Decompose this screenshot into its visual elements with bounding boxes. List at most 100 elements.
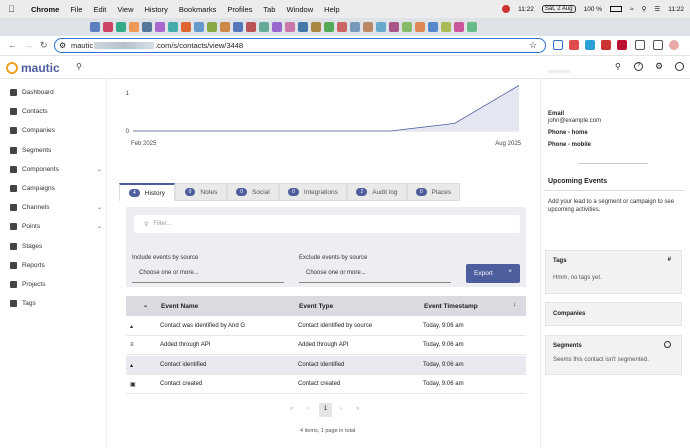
sidebar-item-dashboard[interactable]: Dashboard (10, 89, 102, 96)
mautic-logo[interactable]: mautic (6, 61, 60, 75)
include-select[interactable]: Choose one or more... (139, 270, 199, 276)
tab-places[interactable]: 0 Places (407, 183, 460, 201)
tray-clock[interactable]: 11:22 (668, 6, 684, 13)
address-bar[interactable]: ⚙ mautic .com/s/contacts/view/3448 ☆ (54, 38, 546, 53)
search-icon[interactable]: ⚲ (76, 62, 82, 71)
search-icon[interactable]: ⚲ (642, 5, 647, 13)
menu-tab[interactable]: Tab (263, 5, 275, 14)
browser-tab-favicon[interactable] (246, 22, 256, 32)
tray-app-icon[interactable] (502, 5, 511, 13)
browser-tab-favicon[interactable] (168, 22, 178, 32)
sidebar-item-channels[interactable]: Channels ⌄ (10, 204, 102, 212)
sort-desc-icon[interactable]: ↓ (513, 302, 516, 308)
browser-tab-favicon[interactable] (272, 22, 282, 32)
sidepanel-icon[interactable] (653, 40, 663, 50)
export-button[interactable]: Export × (466, 264, 520, 283)
profile-avatar[interactable] (669, 40, 679, 50)
browser-tab-favicon[interactable] (389, 22, 399, 32)
sidebar-item-tags[interactable]: Tags (10, 300, 102, 308)
tab-social[interactable]: 0 Social (227, 183, 279, 201)
tray-battery[interactable]: 100 % (584, 6, 602, 13)
browser-tab-favicon[interactable] (103, 22, 113, 32)
sidebar-item-reports[interactable]: Reports (10, 261, 102, 269)
menu-help[interactable]: Help (324, 5, 339, 14)
extension-4-icon[interactable] (601, 40, 611, 50)
tab-integrations[interactable]: 0 Integrations (279, 183, 347, 201)
tab-history[interactable]: 4 History (119, 183, 175, 201)
chevron-down-icon[interactable]: ⌄ (97, 223, 102, 230)
wifi-icon[interactable]: ≈ (630, 6, 634, 13)
sidebar-item-campaigns[interactable]: Campaigns (10, 185, 102, 192)
last-page-icon[interactable]: » (356, 406, 359, 412)
browser-tab-favicon[interactable] (467, 22, 477, 32)
notifications-bell-icon[interactable]: ⚲ (615, 62, 621, 71)
col-event-timestamp[interactable]: Event Timestamp (424, 303, 478, 310)
browser-tab-favicon[interactable] (142, 22, 152, 32)
browser-tab-favicon[interactable] (207, 22, 217, 32)
table-row[interactable]: ▴ Contact identified Contact identified Tod… (126, 355, 526, 375)
browser-tab-favicon[interactable] (220, 22, 230, 32)
browser-tab-favicon[interactable] (259, 22, 269, 32)
menu-bookmarks[interactable]: Bookmarks (179, 5, 217, 14)
export-close-icon[interactable]: × (508, 269, 512, 275)
tab-notes[interactable]: 0 Notes (175, 183, 227, 201)
browser-tab-favicon[interactable] (155, 22, 165, 32)
browser-tab-favicon[interactable] (428, 22, 438, 32)
browser-tab-favicon[interactable] (441, 22, 451, 32)
tray-date[interactable]: Sat, 2 Aug (541, 5, 576, 13)
menu-edit[interactable]: Edit (93, 5, 106, 14)
first-page-icon[interactable]: « (290, 406, 293, 412)
browser-tab-favicon[interactable] (376, 22, 386, 32)
user-account-icon[interactable] (675, 62, 684, 71)
prev-page-icon[interactable]: ‹ (307, 406, 309, 412)
browser-tab-favicon[interactable] (350, 22, 360, 32)
extension-2-icon[interactable] (569, 40, 579, 50)
sidebar-item-points[interactable]: Points ⌄ (10, 223, 102, 231)
browser-tab-favicon[interactable] (415, 22, 425, 32)
reload-button[interactable]: ↻ (40, 40, 48, 51)
extension-5-icon[interactable] (617, 40, 627, 50)
browser-tab-favicon[interactable] (181, 22, 191, 32)
table-row[interactable]: ≡ Added through API Added through API Today… (126, 336, 526, 356)
forward-button[interactable]: → (24, 40, 33, 50)
chevron-down-icon[interactable]: ⌄ (97, 166, 102, 173)
menu-history[interactable]: History (145, 5, 168, 14)
next-page-icon[interactable]: › (340, 406, 342, 412)
menu-file[interactable]: File (70, 5, 82, 14)
filter-input[interactable]: ⚲ Filter... (134, 215, 520, 233)
sidebar-item-projects[interactable]: Projects (10, 281, 102, 288)
browser-tab-favicon[interactable] (454, 22, 464, 32)
browser-tab-favicon[interactable] (285, 22, 295, 32)
browser-tab-favicon[interactable] (129, 22, 139, 32)
page-number[interactable]: 1 (319, 403, 332, 417)
menu-window[interactable]: Window (286, 5, 313, 14)
sidebar-item-companies[interactable]: Companies (10, 127, 102, 135)
sidebar-item-components[interactable]: Components ⌄ (10, 165, 102, 173)
browser-tab-favicon[interactable] (324, 22, 334, 32)
extension-3-icon[interactable] (585, 40, 595, 50)
sidebar-item-stages[interactable]: Stages (10, 242, 102, 250)
email-value[interactable]: john@example.com (548, 118, 601, 124)
chevron-down-icon[interactable]: ⌄ (97, 204, 102, 211)
site-info-icon[interactable]: ⚙ (59, 41, 66, 50)
expand-all-chevron-icon[interactable]: ⌄ (143, 302, 148, 309)
back-button[interactable]: ← (8, 40, 17, 50)
browser-tab-favicon[interactable] (298, 22, 308, 32)
browser-tab-favicon[interactable] (90, 22, 100, 32)
col-event-name[interactable]: Event Name (161, 303, 198, 310)
browser-tab-favicon[interactable] (194, 22, 204, 32)
extension-1-icon[interactable] (553, 40, 563, 50)
settings-gear-icon[interactable]: ⚙ (655, 61, 663, 72)
menu-view[interactable]: View (117, 5, 133, 14)
browser-tab-favicon[interactable] (233, 22, 243, 32)
menu-app-name[interactable]: Chrome (31, 5, 59, 14)
browser-tab-favicon[interactable] (363, 22, 373, 32)
sidebar-item-segments[interactable]: Segments (10, 146, 102, 154)
browser-tab-favicon[interactable] (402, 22, 412, 32)
menu-profiles[interactable]: Profiles (227, 5, 252, 14)
control-center-icon[interactable]: ☰ (654, 5, 660, 13)
exclude-select[interactable]: Choose one or more... (306, 270, 366, 276)
browser-tab-favicon[interactable] (116, 22, 126, 32)
sidebar-item-contacts[interactable]: Contacts (10, 108, 102, 116)
tab-audit-log[interactable]: 2 Audit log (347, 183, 407, 201)
